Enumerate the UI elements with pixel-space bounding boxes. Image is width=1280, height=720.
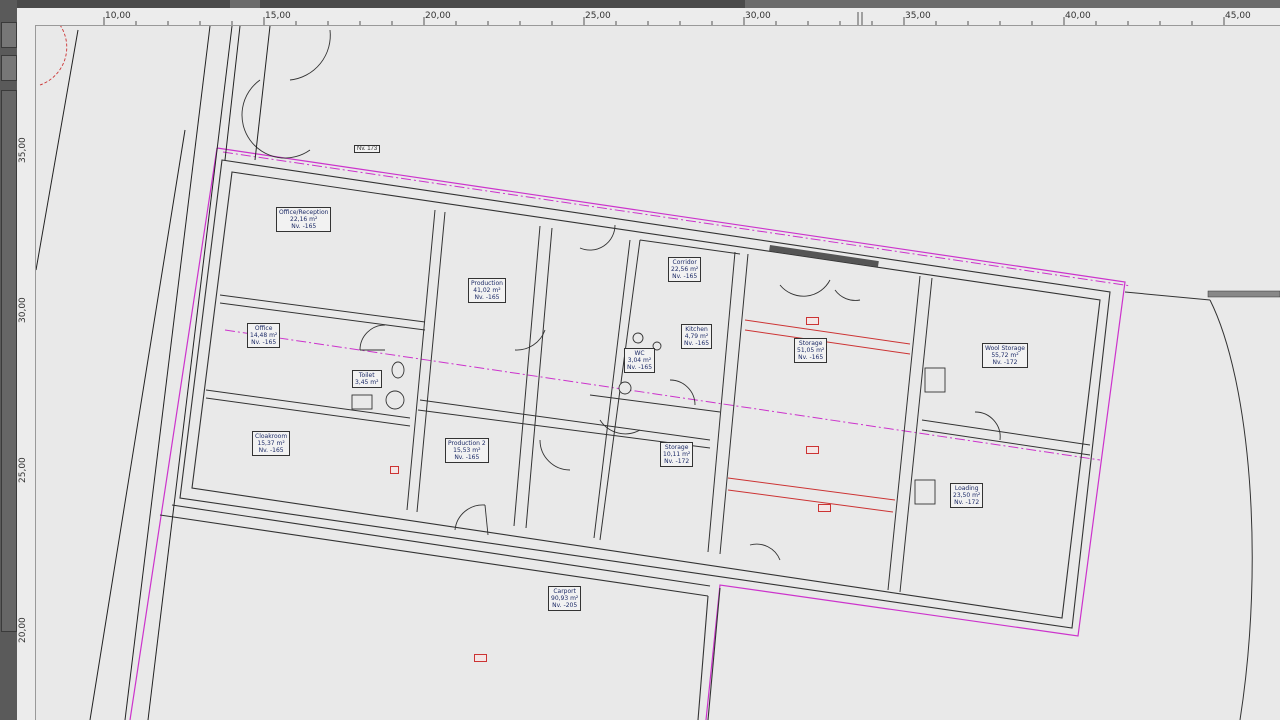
drawing-canvas[interactable]: Office/Reception 22,16 m² Nv. -165 Produ… <box>36 26 1280 720</box>
room-level: Nv. -172 <box>992 359 1018 366</box>
red-annotation-tag[interactable] <box>390 466 399 474</box>
room-name: Production 2 <box>448 440 486 447</box>
room-level: Nv. -205 <box>552 602 578 609</box>
room-name: Loading <box>954 485 979 492</box>
room-tag[interactable]: Office 14,48 m² Nv. -165 <box>247 323 281 348</box>
room-name: Office/Reception <box>279 209 329 216</box>
room-name: Carport <box>553 588 576 595</box>
fence-hatch <box>1207 290 1280 298</box>
room-area: 3,45 m² <box>355 379 379 386</box>
property-line-west <box>129 147 218 720</box>
floor-plan-drawing <box>36 26 1280 720</box>
room-area: 10,11 m² <box>663 451 691 458</box>
room-level: Nv. -165 <box>251 339 277 346</box>
ruler-tick-label: 25,00 <box>18 457 28 483</box>
room-tag[interactable]: Carport 90,93 m² Nv. -205 <box>548 586 582 611</box>
red-annotation-tag[interactable] <box>806 317 819 325</box>
room-area: 3,04 m² <box>627 357 652 364</box>
room-tag[interactable]: WC 3,04 m² Nv. -165 <box>624 348 656 373</box>
room-name: Production <box>471 280 503 287</box>
room-area: 51,05 m² <box>797 347 825 354</box>
toolbar-segment[interactable] <box>230 0 260 8</box>
room-area: 23,50 m² <box>953 492 981 499</box>
toilet-fixture <box>385 390 405 410</box>
room-level: Nv. -165 <box>627 364 653 371</box>
room-area: 41,02 m² <box>473 287 501 294</box>
ruler-ticks <box>103 12 1225 25</box>
room-level: Nv. -165 <box>454 454 480 461</box>
room-area: 90,93 m² <box>551 595 579 602</box>
room-name: Corridor <box>672 259 697 266</box>
room-tag[interactable]: Corridor 22,56 m² Nv. -165 <box>668 257 702 282</box>
vertical-ruler: 35,00 30,00 25,00 20,00 <box>17 25 36 720</box>
room-level: Nv. -165 <box>258 447 284 454</box>
ruler-tick-label: 30,00 <box>18 297 28 323</box>
room-name: Wool Storage <box>985 345 1025 352</box>
room-area: 22,56 m² <box>671 266 699 273</box>
ruler-tick-label: 20,00 <box>18 617 28 643</box>
room-tag[interactable]: Storage 10,11 m² Nv. -172 <box>660 442 694 467</box>
property-line <box>216 147 1126 720</box>
room-level: Nv. -165 <box>672 273 698 280</box>
room-area: 22,16 m² <box>290 216 318 223</box>
tool-button[interactable] <box>1 22 17 48</box>
room-area: 4,79 m² <box>684 333 709 340</box>
red-annotation-tag[interactable] <box>474 654 487 662</box>
wall-hatch <box>769 244 879 268</box>
room-tag[interactable]: Wool Storage 55,72 m² Nv. -172 <box>982 343 1028 368</box>
room-tag[interactable]: Production 2 15,53 m² Nv. -165 <box>445 438 489 463</box>
room-name: Cloakroom <box>255 433 288 440</box>
room-level: Nv. -165 <box>798 354 824 361</box>
room-level: Nv. -172 <box>664 458 690 465</box>
room-name: Storage <box>798 340 823 347</box>
room-level: Nv. -172 <box>954 499 980 506</box>
room-area: 55,72 m² <box>991 352 1019 359</box>
room-area: 15,37 m² <box>257 440 285 447</box>
room-name: Kitchen <box>685 326 708 333</box>
room-level: Nv. -165 <box>291 223 317 230</box>
room-tag[interactable]: Office/Reception 22,16 m² Nv. -165 <box>276 207 332 232</box>
tool-button[interactable] <box>1 55 17 81</box>
red-annotation-tag[interactable] <box>806 446 819 454</box>
toolbar-segment[interactable] <box>745 0 1280 8</box>
room-tag[interactable]: Kitchen 4,79 m² Nv. -165 <box>681 324 713 349</box>
room-area: 15,53 m² <box>453 447 481 454</box>
red-annotation-tag[interactable] <box>818 504 831 512</box>
room-level: Nv. -165 <box>684 340 710 347</box>
scrollbar[interactable] <box>1 90 17 632</box>
room-name: WC <box>634 350 645 357</box>
room-tag[interactable]: Storage 51,05 m² Nv. -165 <box>794 338 828 363</box>
room-tag[interactable]: Cloakroom 15,37 m² Nv. -165 <box>252 431 291 456</box>
room-level: Nv. -165 <box>474 294 500 301</box>
left-tool-panel <box>0 0 17 720</box>
room-tag[interactable]: Toilet 3,45 m² <box>352 370 382 388</box>
room-area: 14,48 m² <box>250 332 278 339</box>
room-tag[interactable]: Loading 23,50 m² Nv. -172 <box>950 483 984 508</box>
room-tag[interactable]: Production 41,02 m² Nv. -165 <box>468 278 506 303</box>
level-marker[interactable]: Nv. 173 <box>354 145 381 153</box>
ruler-tick-label: 35,00 <box>18 137 28 163</box>
room-name: Storage <box>664 444 689 451</box>
room-name: Toilet <box>358 372 375 379</box>
top-toolbar-strip <box>0 0 1280 8</box>
horizontal-ruler: 10,00 15,00 20,00 25,00 30,00 35,00 40,0… <box>17 8 1280 26</box>
room-name: Office <box>254 325 273 332</box>
